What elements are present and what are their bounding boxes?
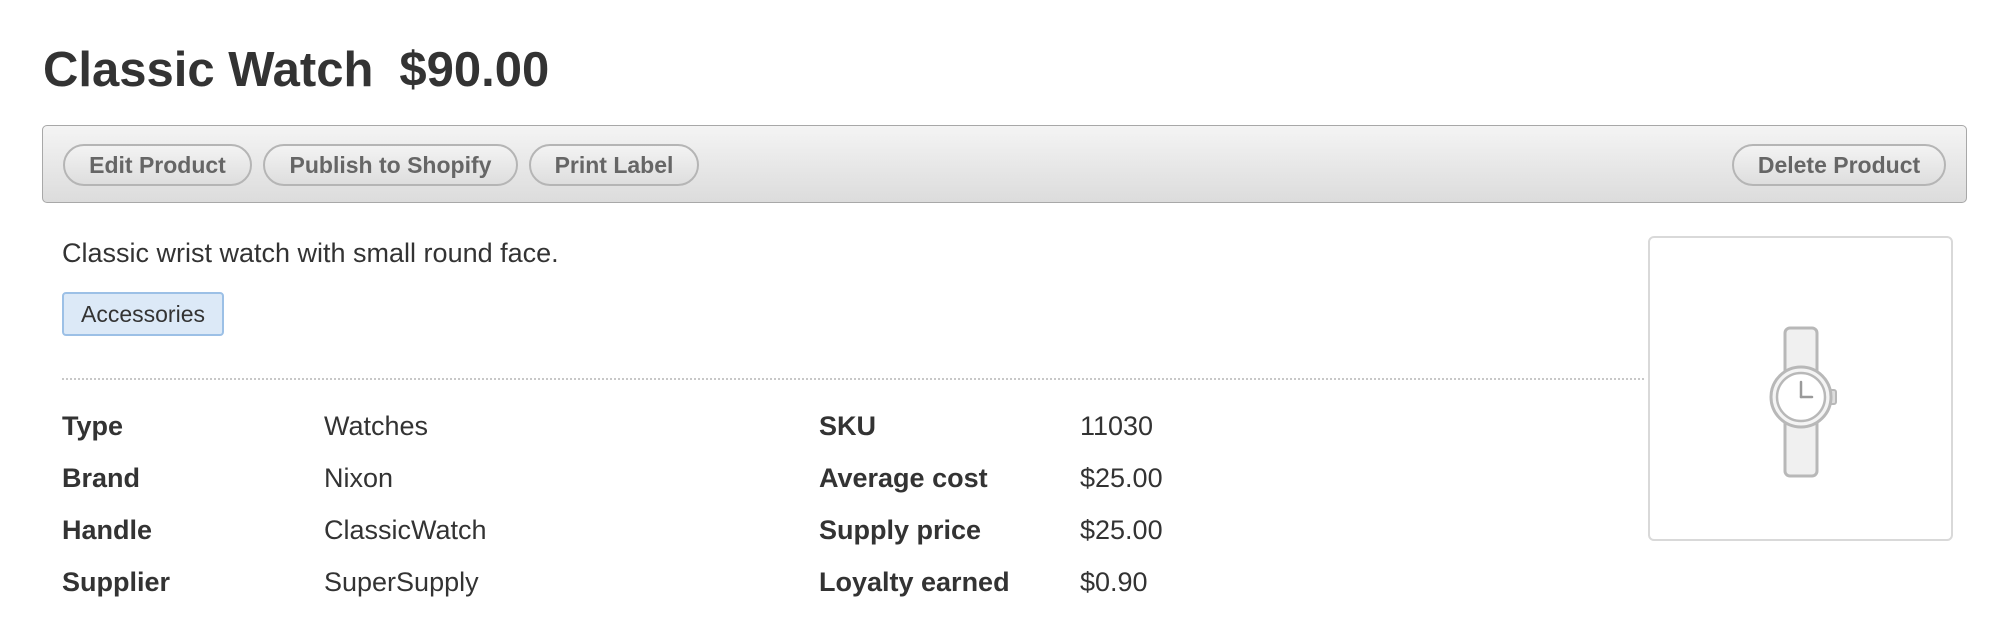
product-description: Classic wrist watch with small round fac… — [62, 238, 559, 268]
details-left-labels: Type Brand Handle Supplier — [62, 404, 170, 612]
product-image[interactable] — [1648, 236, 1953, 541]
edit-product-button[interactable]: Edit Product — [63, 144, 252, 186]
product-page: Classic Watch $90.00 Edit Product Publish… — [0, 0, 2012, 622]
detail-label-brand: Brand — [62, 463, 141, 493]
detail-label-average-cost: Average cost — [819, 463, 988, 493]
delete-product-button[interactable]: Delete Product — [1732, 144, 1946, 186]
detail-label-supplier: Supplier — [62, 567, 171, 597]
detail-label-sku: SKU — [819, 411, 877, 441]
detail-value-brand: Nixon — [324, 463, 394, 493]
product-price: $90.00 — [399, 43, 550, 97]
detail-label-supply-price: Supply price — [819, 515, 982, 545]
detail-label-loyalty-earned: Loyalty earned — [819, 567, 1010, 597]
page-title: Classic Watch $90.00 — [43, 38, 549, 102]
details-left-values: Watches Nixon ClassicWatch SuperSupply — [324, 404, 487, 612]
action-toolbar: Edit Product Publish to Shopify Print La… — [42, 125, 1967, 203]
detail-value-average-cost: $25.00 — [1080, 463, 1163, 493]
print-label-button[interactable]: Print Label — [529, 144, 699, 186]
detail-value-supply-price: $25.00 — [1080, 515, 1163, 545]
divider — [62, 378, 1644, 380]
detail-label-handle: Handle — [62, 515, 153, 545]
detail-value-supplier: SuperSupply — [324, 567, 479, 597]
publish-to-shopify-button[interactable]: Publish to Shopify — [263, 144, 518, 186]
details-right-labels: SKU Average cost Supply price Loyalty ea… — [819, 404, 1010, 612]
watch-icon — [1769, 326, 1837, 478]
product-title: Classic Watch — [43, 43, 374, 97]
detail-label-type: Type — [62, 411, 124, 441]
detail-value-handle: ClassicWatch — [324, 515, 487, 545]
details-right-values: 11030 $25.00 $25.00 $0.90 — [1080, 404, 1163, 612]
detail-value-sku: 11030 — [1080, 411, 1154, 441]
detail-value-loyalty-earned: $0.90 — [1080, 567, 1148, 597]
tag-badge[interactable]: Accessories — [62, 292, 224, 336]
detail-value-type: Watches — [324, 411, 429, 441]
